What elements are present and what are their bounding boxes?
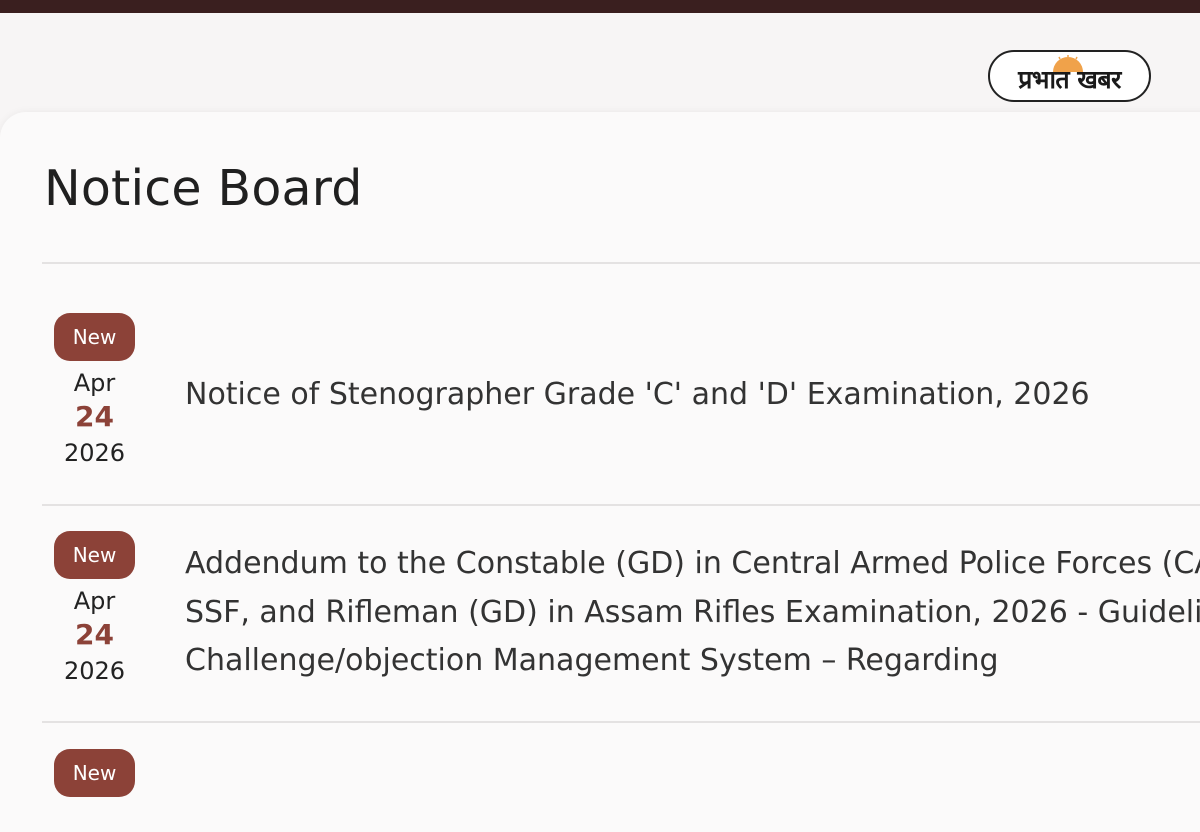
sun-icon xyxy=(1053,55,1083,72)
notice-link[interactable]: Addendum to the Constable (GD) in Centra… xyxy=(185,540,1200,686)
notice-day: 24 xyxy=(75,618,114,651)
notice-text-line: Notice of Stenographer Grade 'C' and 'D'… xyxy=(185,377,1090,412)
notice-board-card xyxy=(0,112,1200,832)
notice-text-line: Challenge/objection Management System – … xyxy=(185,643,999,678)
divider xyxy=(42,721,1200,723)
notice-year: 2026 xyxy=(63,657,126,685)
notice-date: New Apr 24 2026 xyxy=(54,531,135,684)
prabhat-khabar-logo[interactable]: प्रभात खबर xyxy=(988,50,1151,102)
page-title: Notice Board xyxy=(44,160,363,217)
new-badge: New xyxy=(54,749,135,797)
top-bar xyxy=(0,0,1200,13)
notice-date: New xyxy=(54,749,135,797)
divider xyxy=(42,262,1200,264)
new-badge: New xyxy=(54,313,135,361)
notice-year: 2026 xyxy=(63,439,126,467)
notice-day: 24 xyxy=(75,400,114,433)
notice-date: New Apr 24 2026 xyxy=(54,313,135,466)
notice-link[interactable]: Notice of Stenographer Grade 'C' and 'D'… xyxy=(185,371,1200,420)
new-badge: New xyxy=(54,531,135,579)
notice-month: Apr xyxy=(73,369,116,397)
notice-text-line: SSF, and Rifleman (GD) in Assam Rifles E… xyxy=(185,594,1200,630)
notice-month: Apr xyxy=(73,587,116,615)
divider xyxy=(42,504,1200,506)
notice-text-line: Addendum to the Constable (GD) in Centra… xyxy=(185,546,1200,581)
